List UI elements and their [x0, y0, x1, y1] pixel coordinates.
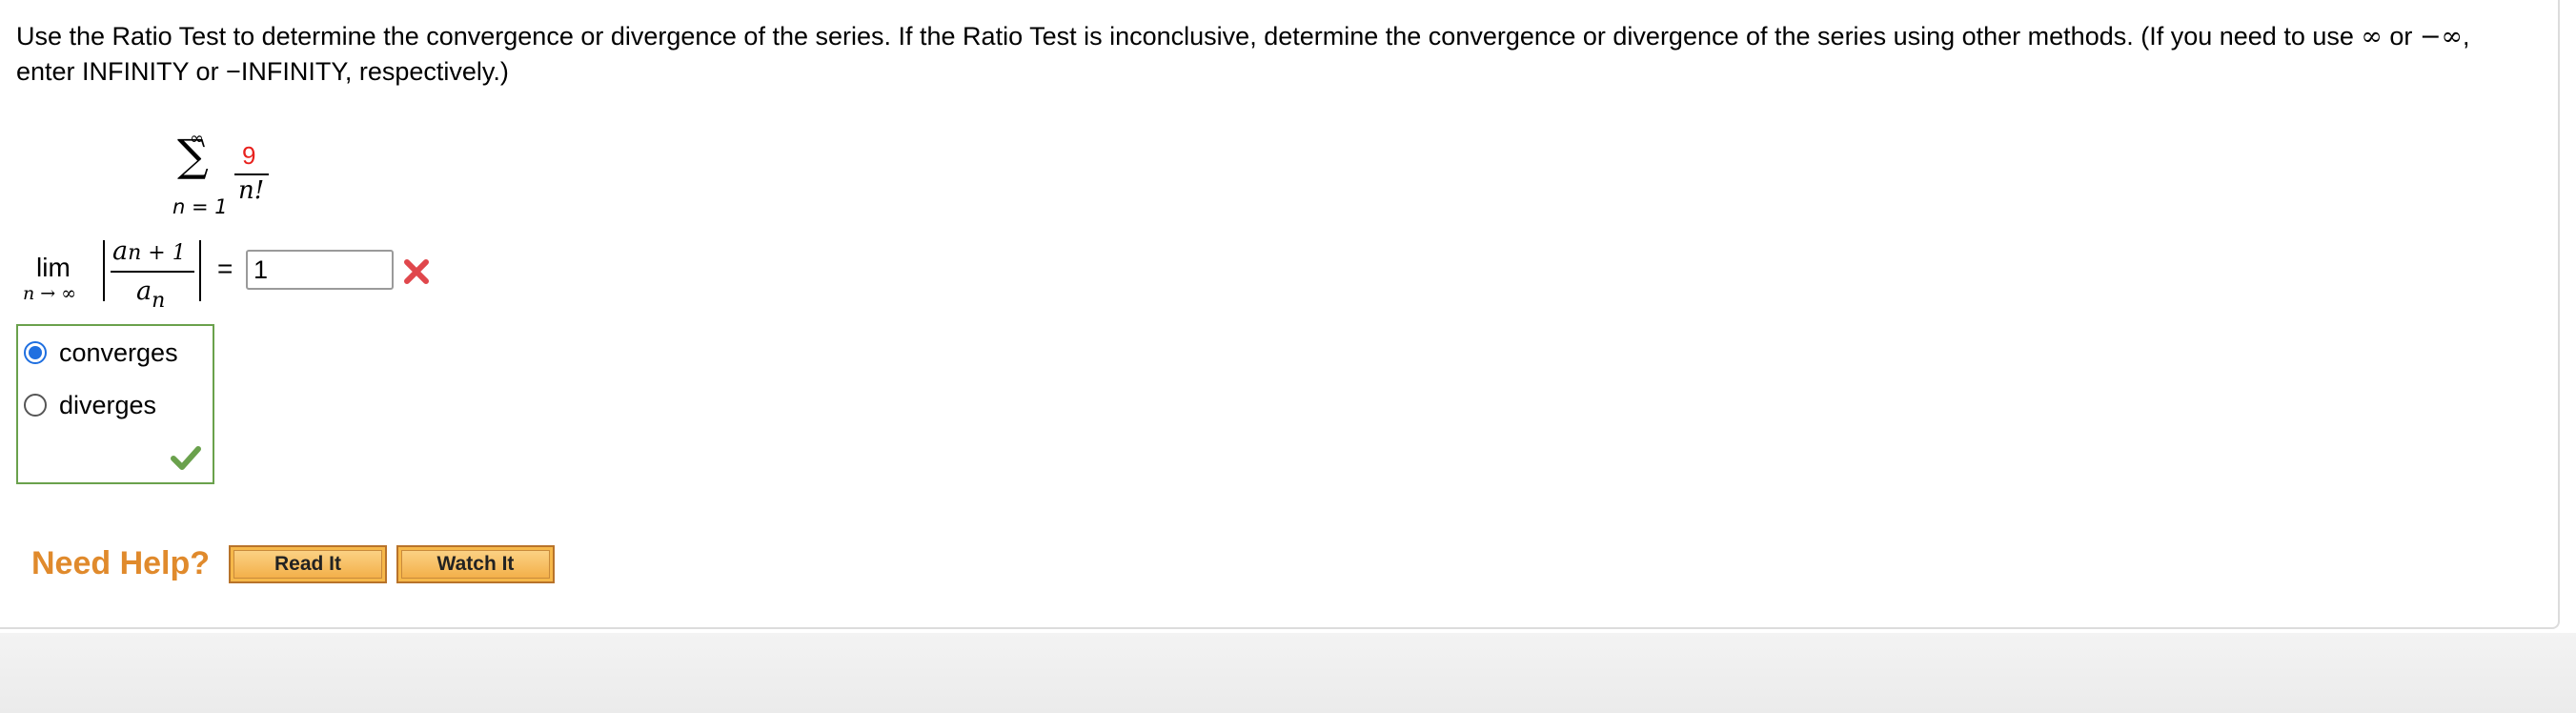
radio-option-diverges[interactable]: diverges: [24, 390, 156, 420]
radio-label-diverges: diverges: [59, 391, 157, 419]
ratio-fraction-bar: [111, 271, 194, 273]
page: Use the Ratio Test to determine the conv…: [0, 0, 2576, 713]
x-mark-icon: [404, 259, 429, 284]
limit-label: lim: [36, 253, 71, 282]
radio-option-converges[interactable]: converges: [24, 337, 178, 368]
equals-sign: =: [217, 254, 233, 283]
sigma-symbol: ∑: [177, 130, 209, 181]
question-text: Use the Ratio Test to determine the conv…: [16, 19, 2532, 90]
neg-infinity-symbol: −∞: [2419, 22, 2464, 51]
read-it-button-label: Read It: [233, 550, 382, 579]
read-it-button[interactable]: Read It: [229, 545, 387, 583]
ratio-numerator-a: a: [112, 236, 129, 266]
series-lower-limit: n = 1: [172, 195, 228, 218]
need-help-label: Need Help?: [31, 545, 211, 581]
watch-it-button-label: Watch It: [401, 550, 550, 579]
ratio-denominator-sub: n: [152, 289, 166, 313]
abs-bar-right: [199, 240, 201, 301]
question-panel: Use the Ratio Test to determine the conv…: [0, 0, 2560, 629]
convergence-choice-group: converges diverges: [16, 324, 214, 484]
infinity-symbol: ∞: [2361, 22, 2383, 51]
page-footer-band: [0, 633, 2576, 713]
series-numerator: 9: [242, 141, 256, 170]
radio-button-diverges[interactable]: [24, 394, 47, 417]
ratio-numerator: an + 1: [112, 236, 186, 266]
question-text-part1: Use the Ratio Test to determine the conv…: [16, 22, 2362, 51]
ratio-denominator: an: [136, 276, 165, 313]
watch-it-button[interactable]: Watch It: [396, 545, 555, 583]
series-denominator: n!: [238, 176, 265, 205]
question-text-or: or: [2382, 22, 2420, 51]
limit-subscript: n → ∞: [23, 283, 77, 304]
series-fraction-bar: [234, 173, 269, 175]
ratio-numerator-sub: n + 1: [128, 241, 186, 265]
limit-answer-input[interactable]: [246, 250, 394, 290]
checkmark-icon: [171, 446, 201, 470]
abs-bar-left: [103, 240, 105, 301]
radio-button-converges[interactable]: [24, 341, 47, 364]
ratio-denominator-a: a: [136, 276, 152, 306]
radio-label-converges: converges: [59, 338, 178, 367]
